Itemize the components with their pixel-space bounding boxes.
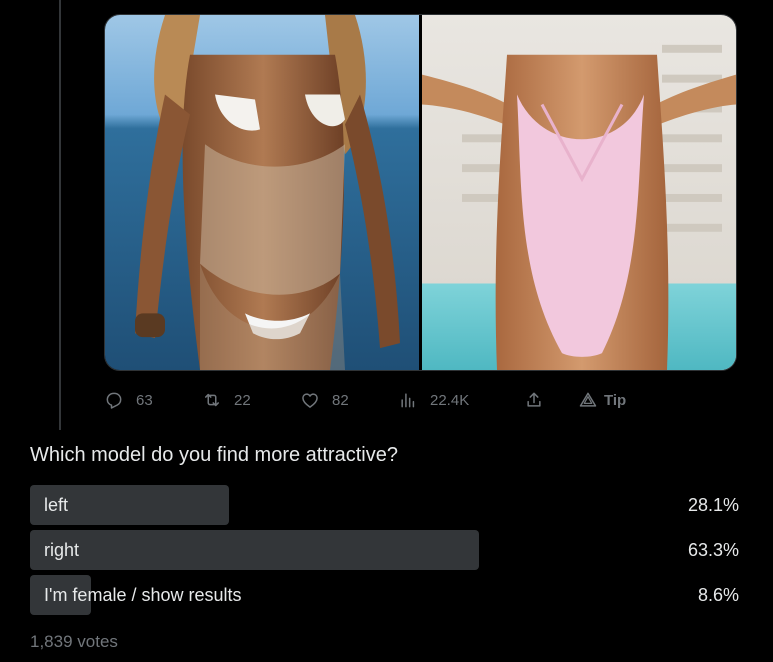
media-grid [104,14,737,371]
poll-option-percent: 28.1% [687,495,739,515]
left-photo [105,15,419,370]
poll-option-right: right 63.3% [30,530,739,570]
poll-question: Which model do you find more attractive? [30,444,398,466]
reply-count: 63 [136,391,153,409]
poll-option-percent: 63.3% [687,540,739,560]
poll-option-label: I'm female / show results [44,585,242,605]
like-button[interactable]: 82 [300,386,349,414]
poll-option-left: left 28.1% [30,485,739,525]
tip-button[interactable]: Tip [578,386,626,414]
media-image-left[interactable] [105,15,419,370]
views-count: 22.4K [430,391,470,409]
poll-option-female-show-results: I'm female / show results 8.6% [30,575,739,615]
like-count: 82 [332,391,349,409]
share-icon [524,390,544,410]
poll-result-bar [30,530,479,570]
tip-icon [578,390,598,410]
poll-option-label: right [44,540,80,560]
repost-button[interactable]: 22 [202,386,251,414]
right-photo [422,15,736,370]
like-icon [300,390,320,410]
poll-option-percent: 8.6% [697,585,739,605]
poll-vote-count: 1,839 votes [30,632,118,651]
repost-count: 22 [234,391,251,409]
views-button[interactable]: 22.4K [398,386,469,414]
thread-connector-line [59,0,61,430]
tweet-action-bar: 63 22 82 22.4K Tip [104,386,644,414]
media-image-right[interactable] [422,15,736,370]
views-icon [398,390,418,410]
share-button[interactable] [524,386,544,414]
repost-icon [202,390,222,410]
reply-button[interactable]: 63 [104,386,153,414]
tip-label: Tip [604,391,627,409]
poll-option-label: left [44,495,69,515]
reply-icon [104,390,124,410]
